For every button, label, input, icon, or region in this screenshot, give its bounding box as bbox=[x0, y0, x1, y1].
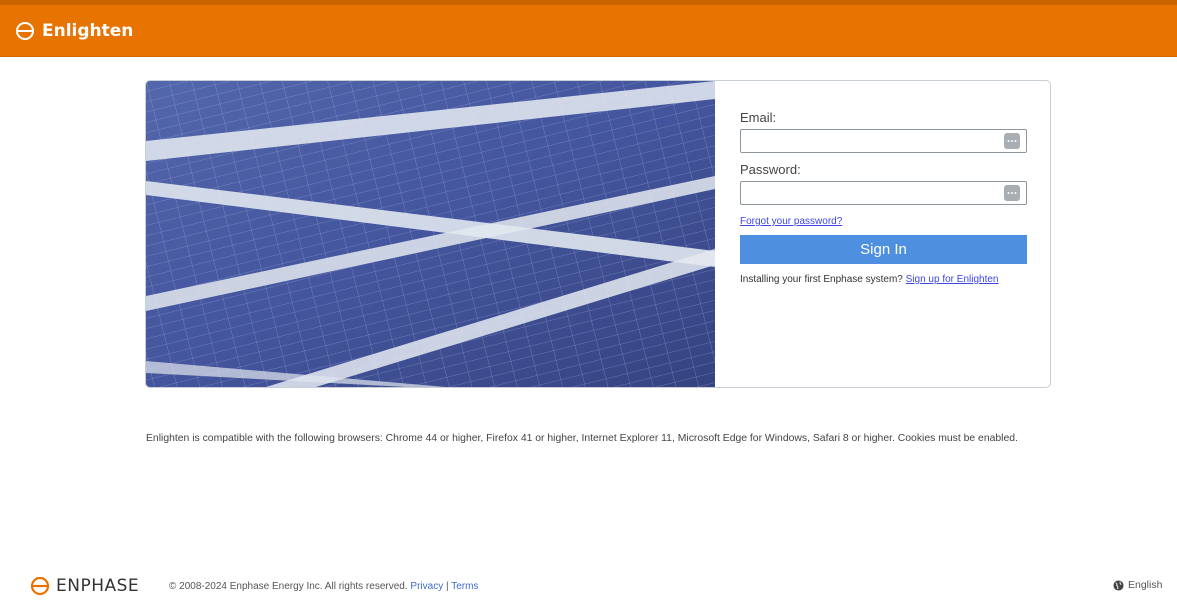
sign-up-link[interactable]: Sign up for Enlighten bbox=[906, 274, 999, 285]
brand-name: Enlighten bbox=[42, 21, 134, 41]
password-manager-icon[interactable] bbox=[1004, 185, 1020, 201]
globe-icon bbox=[1113, 579, 1124, 591]
footer-logo[interactable]: ENPHASE bbox=[30, 576, 139, 596]
email-field[interactable] bbox=[741, 130, 1001, 152]
top-bar: Enlighten bbox=[0, 0, 1177, 57]
install-text: Installing your first Enphase system? bbox=[740, 274, 903, 285]
copyright: © 2008-2024 Enphase Energy Inc. All righ… bbox=[169, 581, 478, 592]
copyright-text: © 2008-2024 Enphase Energy Inc. All righ… bbox=[169, 581, 408, 592]
enphase-logo-icon bbox=[30, 576, 50, 596]
email-field-wrapper bbox=[740, 129, 1027, 153]
sign-in-button[interactable]: Sign In bbox=[740, 235, 1027, 264]
login-card: Email: Password: Forgot your password? S… bbox=[145, 80, 1051, 388]
email-label: Email: bbox=[740, 110, 777, 125]
password-field[interactable] bbox=[741, 182, 1001, 204]
footer-logo-text: ENPHASE bbox=[56, 576, 140, 596]
language-selector[interactable]: English bbox=[1113, 579, 1162, 591]
forgot-password-link[interactable]: Forgot your password? bbox=[740, 216, 1027, 227]
password-field-wrapper bbox=[740, 181, 1027, 205]
browser-compatibility-notice: Enlighten is compatible with the followi… bbox=[146, 433, 1018, 444]
login-form: Email: Password: Forgot your password? S… bbox=[740, 109, 1027, 285]
privacy-link[interactable]: Privacy bbox=[410, 581, 443, 592]
enphase-logo-icon bbox=[16, 22, 34, 40]
install-prompt: Installing your first Enphase system? Si… bbox=[740, 274, 1027, 285]
solar-panel-image bbox=[146, 81, 715, 387]
language-label: English bbox=[1128, 579, 1163, 591]
password-manager-icon[interactable] bbox=[1004, 133, 1020, 149]
terms-link[interactable]: Terms bbox=[451, 581, 478, 592]
footer-separator: | bbox=[445, 581, 449, 592]
password-label: Password: bbox=[740, 162, 801, 177]
brand[interactable]: Enlighten bbox=[15, 17, 133, 45]
